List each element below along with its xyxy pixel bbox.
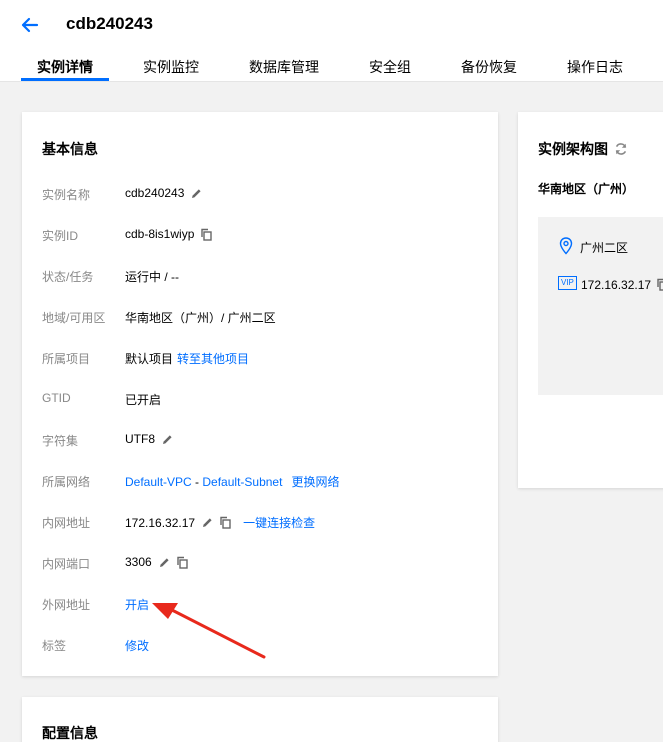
architecture-title-wrap: 实例架构图	[538, 139, 628, 159]
change-network-link[interactable]: 更换网络	[291, 473, 339, 490]
architecture-card: 实例架构图 华南地区（广州） 广州二区 VIP 172.16.32.17	[518, 112, 663, 488]
row-value-public-address: 开启	[125, 596, 149, 613]
instance-title: cdb240243	[66, 14, 153, 33]
edit-tags-link[interactable]: 修改	[125, 637, 149, 654]
architecture-diagram: 广州二区 VIP 172.16.32.17	[538, 217, 663, 395]
row-label-public-address: 外网地址	[42, 598, 91, 612]
architecture-title: 实例架构图	[538, 141, 608, 157]
tab-security-group[interactable]: 安全组	[369, 57, 411, 77]
project-value: 默认项目	[125, 352, 174, 366]
row-label-instance-name: 实例名称	[42, 188, 91, 202]
edit-pencil-icon[interactable]	[161, 433, 174, 446]
active-tab-indicator	[21, 78, 109, 81]
enable-public-address-link[interactable]: 开启	[125, 596, 149, 613]
vpc-link[interactable]: Default-VPC	[125, 475, 192, 489]
copy-icon[interactable]	[200, 228, 213, 241]
vip-address: 172.16.32.17	[581, 278, 652, 292]
row-label-region: 地域/可用区	[42, 311, 106, 325]
edit-pencil-icon[interactable]	[158, 556, 171, 569]
basic-info-title: 基本信息	[42, 141, 98, 157]
page-header: cdb240243 实例详情 实例监控 数据库管理 安全组 备份恢复 操作日志	[0, 0, 663, 82]
row-label-gtid: GTID	[42, 391, 71, 405]
vip-icon: VIP	[558, 276, 577, 290]
row-label-network: 所属网络	[42, 475, 91, 489]
row-value-private-port: 3306	[125, 555, 189, 569]
copy-icon[interactable]	[176, 556, 189, 569]
basic-info-card: 基本信息 实例名称 cdb240243 实例ID cdb-8is1wiyp 状态…	[22, 112, 498, 676]
row-value-region: 华南地区（广州）/ 广州二区	[125, 309, 276, 326]
row-value-tags: 修改	[125, 637, 149, 654]
row-value-charset: UTF8	[125, 432, 174, 446]
row-value-gtid: 已开启	[125, 391, 161, 408]
edit-pencil-icon[interactable]	[201, 516, 214, 529]
private-address-value: 172.16.32.17	[125, 515, 196, 530]
private-port-value: 3306	[125, 555, 152, 569]
architecture-region: 华南地区（广州）	[538, 182, 635, 196]
instance-name-value: cdb240243	[125, 186, 185, 200]
instance-id-value: cdb-8is1wiyp	[125, 227, 195, 241]
row-label-charset: 字符集	[42, 434, 79, 448]
tab-database-management[interactable]: 数据库管理	[249, 57, 319, 77]
edit-pencil-icon[interactable]	[190, 187, 203, 200]
tab-instance-monitoring[interactable]: 实例监控	[143, 57, 199, 77]
location-pin-icon	[559, 237, 573, 255]
back-arrow-icon[interactable]	[18, 14, 40, 36]
copy-icon[interactable]	[219, 516, 232, 529]
row-label-tags: 标签	[42, 639, 67, 653]
tab-backup-restore[interactable]: 备份恢复	[461, 57, 517, 77]
row-value-network: Default-VPC - Default-Subnet 更换网络	[125, 473, 339, 490]
row-label-project: 所属项目	[42, 352, 91, 366]
row-label-private-port: 内网端口	[42, 557, 91, 571]
row-value-project: 默认项目 转至其他项目	[125, 350, 249, 367]
row-label-instance-id: 实例ID	[42, 229, 79, 243]
row-label-private-address: 内网地址	[42, 516, 91, 530]
network-separator: -	[191, 474, 203, 489]
status-value: 运行中 / --	[125, 270, 179, 284]
region-value: 华南地区（广州）/ 广州二区	[125, 311, 276, 325]
tab-operation-log[interactable]: 操作日志	[567, 57, 623, 77]
row-value-status: 运行中 / --	[125, 268, 179, 285]
row-value-instance-id: cdb-8is1wiyp	[125, 227, 213, 241]
refresh-icon[interactable]	[614, 142, 628, 156]
row-value-instance-name: cdb240243	[125, 186, 203, 200]
gtid-value: 已开启	[125, 393, 162, 407]
row-value-private-address: 172.16.32.17 一键连接检查	[125, 514, 315, 531]
copy-icon[interactable]	[656, 278, 663, 291]
connection-check-link[interactable]: 一键连接检查	[243, 514, 315, 531]
config-info-title: 配置信息	[42, 725, 98, 741]
charset-value: UTF8	[125, 432, 155, 446]
subnet-link[interactable]: Default-Subnet	[202, 475, 282, 489]
row-label-status: 状态/任务	[42, 270, 94, 284]
tab-instance-details[interactable]: 实例详情	[37, 57, 93, 77]
zone-label: 广州二区	[580, 241, 629, 255]
config-info-card: 配置信息	[22, 697, 498, 742]
transfer-project-link[interactable]: 转至其他项目	[177, 350, 249, 367]
